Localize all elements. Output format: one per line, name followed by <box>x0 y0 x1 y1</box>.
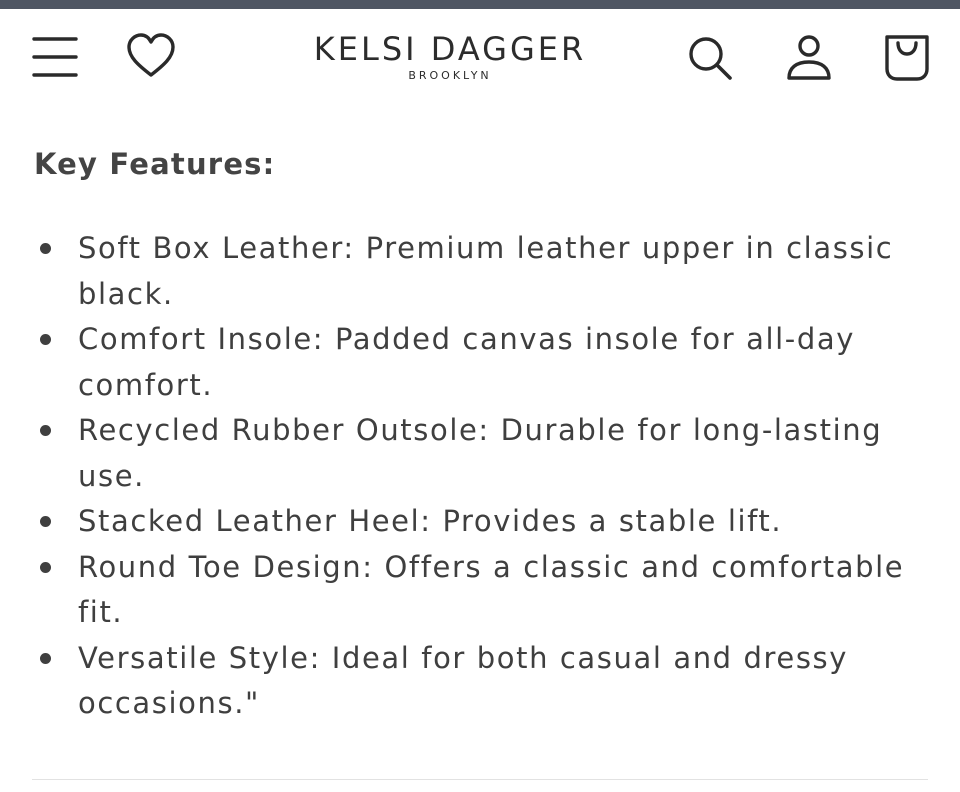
bullet-icon <box>40 561 51 573</box>
site-header: KELSI DAGGER BROOKLYN <box>0 9 960 109</box>
feature-item: Soft Box Leather: Premium leather upper … <box>34 226 934 317</box>
feature-item: Comfort Insole: Padded canvas insole for… <box>34 317 934 408</box>
feature-text: Stacked Leather Heel: Provides a stable … <box>78 504 783 538</box>
search-button[interactable] <box>686 34 734 82</box>
bullet-icon <box>40 516 51 527</box>
user-icon <box>787 35 831 80</box>
brand-name: KELSI DAGGER <box>313 30 587 68</box>
feature-text: Recycled Rubber Outsole: Durable for lon… <box>78 413 883 493</box>
feature-item: Recycled Rubber Outsole: Durable for lon… <box>34 408 934 499</box>
feature-item: Versatile Style: Ideal for both casual a… <box>34 636 934 727</box>
section-divider <box>32 779 928 780</box>
wishlist-button[interactable] <box>126 33 176 79</box>
brand-logo[interactable]: KELSI DAGGER BROOKLYN <box>260 29 640 87</box>
menu-icon <box>32 37 78 77</box>
cart-button[interactable] <box>882 33 932 83</box>
bullet-icon <box>40 334 51 345</box>
search-icon <box>689 37 732 80</box>
feature-item: Round Toe Design: Offers a classic and c… <box>34 545 934 636</box>
key-features-heading: Key Features: <box>34 147 276 181</box>
heart-icon <box>127 33 175 77</box>
menu-button[interactable] <box>32 36 78 78</box>
bullet-icon <box>40 652 51 664</box>
shopping-bag-icon <box>885 35 929 81</box>
feature-text: Versatile Style: Ideal for both casual a… <box>78 640 849 721</box>
feature-text: Comfort Insole: Padded canvas insole for… <box>78 322 855 402</box>
product-description: Key Features: Soft Box Leather: Premium … <box>34 140 934 727</box>
announcement-bar <box>0 0 960 9</box>
bullet-icon <box>40 243 51 254</box>
feature-text: Soft Box Leather: Premium leather upper … <box>78 231 894 311</box>
feature-list: Soft Box Leather: Premium leather upper … <box>34 226 934 727</box>
account-button[interactable] <box>784 34 834 82</box>
bullet-icon <box>40 425 51 436</box>
feature-item: Stacked Leather Heel: Provides a stable … <box>34 499 934 545</box>
feature-text: Round Toe Design: Offers a classic and c… <box>78 549 905 630</box>
brand-location: BROOKLYN <box>408 69 492 82</box>
